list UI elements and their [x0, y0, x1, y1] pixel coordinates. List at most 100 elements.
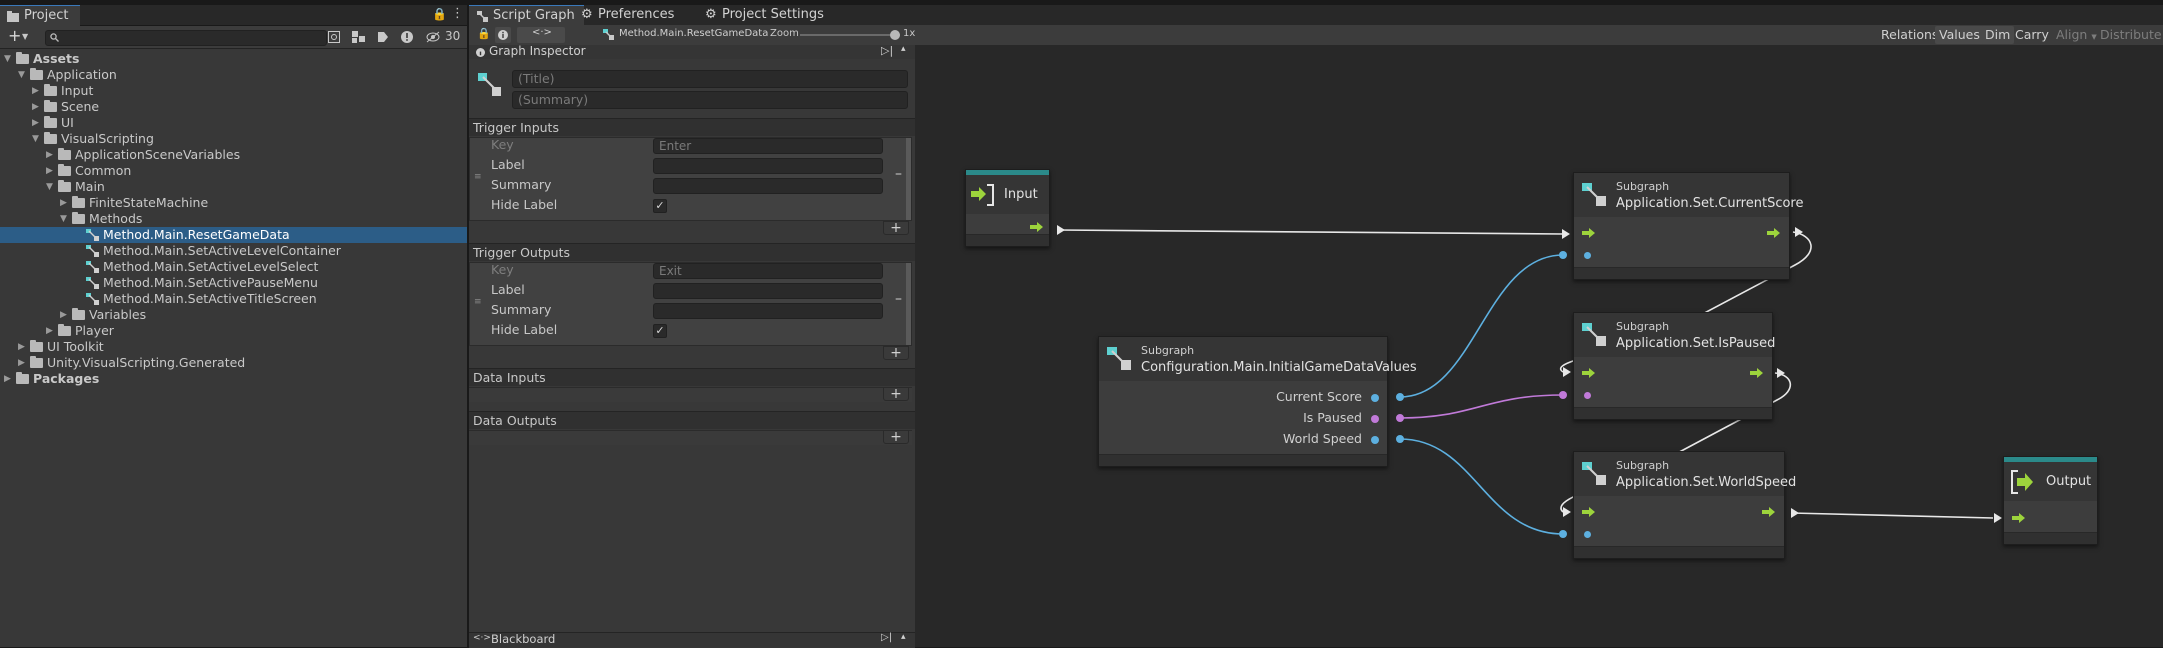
- expanded-arrow-icon[interactable]: ▼: [46, 183, 54, 192]
- graph-summary-field[interactable]: (Summary): [512, 91, 908, 109]
- is-paused-output-port[interactable]: [1371, 415, 1379, 423]
- collapsed-arrow-icon[interactable]: ▶: [18, 343, 26, 352]
- collapse-chevron-icon[interactable]: ▴: [901, 632, 906, 642]
- set-world-speed-node[interactable]: Subgraph Application.Set.WorldSpeed: [1573, 451, 1796, 559]
- remove-item-button[interactable]: –: [895, 166, 902, 182]
- input-node[interactable]: Input: [965, 169, 1050, 247]
- blackboard-toggle[interactable]: <·>: [517, 27, 565, 43]
- tree-item-folder[interactable]: ▼ Assets: [0, 51, 467, 67]
- relations-button[interactable]: Relations: [1877, 26, 1942, 44]
- filter-by-type-icon[interactable]: [352, 31, 366, 43]
- tab-preferences[interactable]: ⚙ Preferences: [573, 5, 689, 25]
- collapsed-arrow-icon[interactable]: ▶: [46, 167, 54, 176]
- zoom-slider-handle[interactable]: [890, 30, 900, 40]
- trigger-output-key-field[interactable]: Exit: [653, 263, 883, 279]
- collapsed-arrow-icon[interactable]: ▶: [4, 375, 12, 384]
- collapsed-arrow-icon[interactable]: ▶: [32, 87, 40, 96]
- label-icon[interactable]: [377, 31, 389, 43]
- carry-button[interactable]: Carry: [2011, 26, 2053, 44]
- tree-item-folder[interactable]: ▶ FiniteStateMachine: [0, 195, 467, 211]
- value-input-port[interactable]: [1584, 392, 1591, 399]
- tree-item-folder[interactable]: ▶ Scene: [0, 99, 467, 115]
- lock-icon[interactable]: 🔒: [477, 27, 491, 40]
- tree-item-folder[interactable]: ▶ Common: [0, 163, 467, 179]
- tree-item-folder[interactable]: ▶ Packages: [0, 371, 467, 387]
- hidden-eye-icon[interactable]: [426, 31, 442, 43]
- tree-item-folder[interactable]: ▶ ApplicationSceneVariables: [0, 147, 467, 163]
- tree-item-folder[interactable]: ▼ Main: [0, 179, 467, 195]
- search-input[interactable]: [45, 30, 327, 46]
- trigger-input-label-field[interactable]: [653, 158, 883, 174]
- distribute-button[interactable]: Distribute ▼: [2096, 26, 2163, 59]
- kebab-menu-icon[interactable]: ⋮: [451, 6, 464, 21]
- tree-item-script-graph[interactable]: Method.Main.ResetGameData: [0, 227, 467, 243]
- control-output-port[interactable]: [1030, 222, 1044, 232]
- data-outputs-header[interactable]: Data Outputs: [469, 411, 915, 429]
- maximize-panel-icon[interactable]: ▷|: [881, 632, 892, 643]
- trigger-input-summary-field[interactable]: [653, 178, 883, 194]
- tree-item-folder[interactable]: ▶ Variables: [0, 307, 467, 323]
- tree-item-folder[interactable]: ▶ UI: [0, 115, 467, 131]
- tree-item-script-graph[interactable]: Method.Main.SetActiveLevelContainer: [0, 243, 467, 259]
- tree-item-folder[interactable]: ▶ UI Toolkit: [0, 339, 467, 355]
- inspector-toggle[interactable]: [495, 27, 511, 43]
- dim-button[interactable]: Dim: [1981, 26, 2015, 44]
- value-input-port[interactable]: [1584, 252, 1591, 259]
- trigger-input-key-field[interactable]: Enter: [653, 138, 883, 154]
- config-node[interactable]: Subgraph Configuration.Main.InitialGameD…: [1098, 336, 1417, 467]
- tree-item-folder[interactable]: ▶ Input: [0, 83, 467, 99]
- collapsed-arrow-icon[interactable]: ▶: [60, 199, 68, 208]
- collapsed-arrow-icon[interactable]: ▶: [32, 103, 40, 112]
- world-speed-output-port[interactable]: [1371, 436, 1379, 444]
- tab-script-graph[interactable]: Script Graph: [469, 5, 584, 26]
- error-icon[interactable]: [401, 31, 413, 43]
- trigger-outputs-header[interactable]: Trigger Outputs: [469, 243, 915, 261]
- control-input-port[interactable]: [2012, 513, 2026, 523]
- current-score-output-port[interactable]: [1371, 394, 1379, 402]
- collapsed-arrow-icon[interactable]: ▶: [18, 359, 26, 368]
- collapsed-arrow-icon[interactable]: ▶: [60, 311, 68, 320]
- expanded-arrow-icon[interactable]: ▼: [18, 71, 26, 80]
- tab-project-settings[interactable]: ⚙ Project Settings: [697, 5, 831, 25]
- collapsed-arrow-icon[interactable]: ▶: [46, 151, 54, 160]
- align-button[interactable]: Align ▼: [2052, 26, 2101, 44]
- trigger-inputs-add-button[interactable]: +: [883, 221, 909, 235]
- control-input-port[interactable]: [1582, 507, 1596, 517]
- control-output-port[interactable]: [1767, 228, 1781, 238]
- collapsed-arrow-icon[interactable]: ▶: [46, 327, 54, 336]
- trigger-input-hide-checkbox[interactable]: ✓: [653, 199, 667, 213]
- data-outputs-add-button[interactable]: +: [883, 430, 909, 444]
- control-input-port[interactable]: [1582, 228, 1596, 238]
- control-output-port[interactable]: [1762, 507, 1776, 517]
- data-inputs-header[interactable]: Data Inputs: [469, 368, 915, 386]
- search-by-type-icon[interactable]: [328, 31, 342, 43]
- collapse-chevron-icon[interactable]: ▴: [901, 44, 906, 54]
- values-button[interactable]: Values: [1935, 26, 1984, 44]
- set-current-score-node[interactable]: Subgraph Application.Set.CurrentScore: [1573, 172, 1803, 280]
- control-input-port[interactable]: [1582, 368, 1596, 378]
- control-output-port[interactable]: [1750, 368, 1764, 378]
- breadcrumb[interactable]: Method.Main.ResetGameData: [619, 28, 768, 39]
- tree-item-script-graph[interactable]: Method.Main.SetActiveTitleScreen: [0, 291, 467, 307]
- value-input-port[interactable]: [1584, 531, 1591, 538]
- tree-item-script-graph[interactable]: Method.Main.SetActiveLevelSelect: [0, 259, 467, 275]
- collapsed-arrow-icon[interactable]: ▶: [32, 119, 40, 128]
- expanded-arrow-icon[interactable]: ▼: [32, 135, 40, 144]
- add-button[interactable]: +: [8, 26, 21, 46]
- graph-canvas[interactable]: Input Subgraph Configuration.Main.Initia…: [915, 45, 2163, 647]
- maximize-panel-icon[interactable]: ▷|: [881, 44, 893, 57]
- graph-title-field[interactable]: (Title): [512, 70, 908, 88]
- trigger-outputs-add-button[interactable]: +: [883, 346, 909, 360]
- trigger-output-summary-field[interactable]: [653, 303, 883, 319]
- set-is-paused-node[interactable]: Subgraph Application.Set.IsPaused: [1573, 312, 1775, 420]
- tree-item-folder[interactable]: ▼ Methods: [0, 211, 467, 227]
- expanded-arrow-icon[interactable]: ▼: [60, 215, 68, 224]
- tree-item-folder[interactable]: ▼ Application: [0, 67, 467, 83]
- drag-handle-icon[interactable]: ≡: [474, 297, 482, 307]
- tree-item-folder[interactable]: ▶ Unity.VisualScripting.Generated: [0, 355, 467, 371]
- trigger-inputs-header[interactable]: Trigger Inputs: [469, 118, 915, 136]
- tree-item-folder[interactable]: ▶ Player: [0, 323, 467, 339]
- tree-item-script-graph[interactable]: Method.Main.SetActivePauseMenu: [0, 275, 467, 291]
- project-tab[interactable]: Project: [0, 5, 80, 26]
- tree-item-folder[interactable]: ▼ VisualScripting: [0, 131, 467, 147]
